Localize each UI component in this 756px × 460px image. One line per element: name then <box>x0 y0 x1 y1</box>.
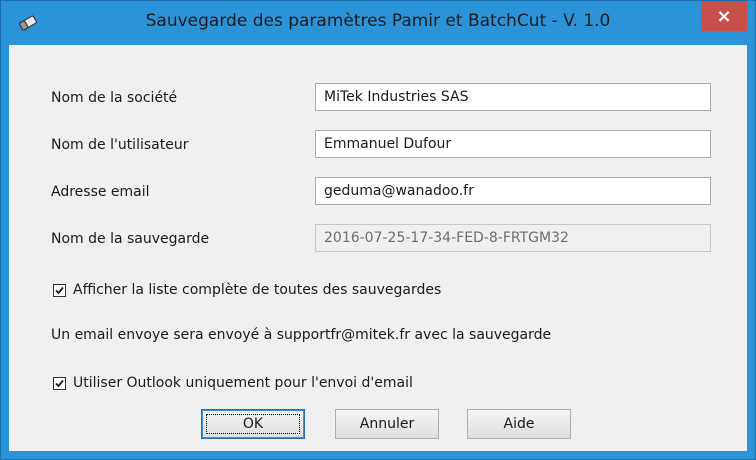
company-label: Nom de la société <box>51 90 178 106</box>
show-all-label[interactable]: Afficher la liste complète de toutes des… <box>73 282 441 298</box>
show-all-checkbox[interactable] <box>53 284 66 297</box>
dialog-content: Nom de la société Nom de l'utilisateur A… <box>9 45 747 451</box>
cancel-button[interactable]: Annuler <box>335 409 439 439</box>
title-bar[interactable]: Sauvegarde des paramètres Pamir et Batch… <box>1 1 755 45</box>
user-label: Nom de l'utilisateur <box>51 137 189 153</box>
info-text: Un email envoye sera envoyé à supportfr@… <box>51 327 552 343</box>
checkmark-icon <box>55 286 64 295</box>
checkmark-icon <box>55 379 64 388</box>
eraser-icon <box>17 12 39 34</box>
ok-button[interactable]: OK <box>201 409 305 439</box>
help-button-label: Aide <box>503 416 535 432</box>
backup-name-input <box>315 224 711 252</box>
email-label: Adresse email <box>51 184 150 200</box>
help-button[interactable]: Aide <box>467 409 571 439</box>
backup-name-label: Nom de la sauvegarde <box>51 231 210 247</box>
outlook-checkbox[interactable] <box>53 377 66 390</box>
user-input[interactable] <box>315 130 711 158</box>
cancel-button-label: Annuler <box>359 416 415 432</box>
company-input[interactable] <box>315 83 711 111</box>
dialog-window: Sauvegarde des paramètres Pamir et Batch… <box>0 0 756 460</box>
email-input[interactable] <box>315 177 711 205</box>
close-icon: × <box>716 5 732 27</box>
close-button[interactable]: × <box>701 1 747 31</box>
window-title: Sauvegarde des paramètres Pamir et Batch… <box>145 11 611 31</box>
outlook-label[interactable]: Utiliser Outlook uniquement pour l'envoi… <box>73 375 413 391</box>
focus-ring <box>206 414 300 434</box>
